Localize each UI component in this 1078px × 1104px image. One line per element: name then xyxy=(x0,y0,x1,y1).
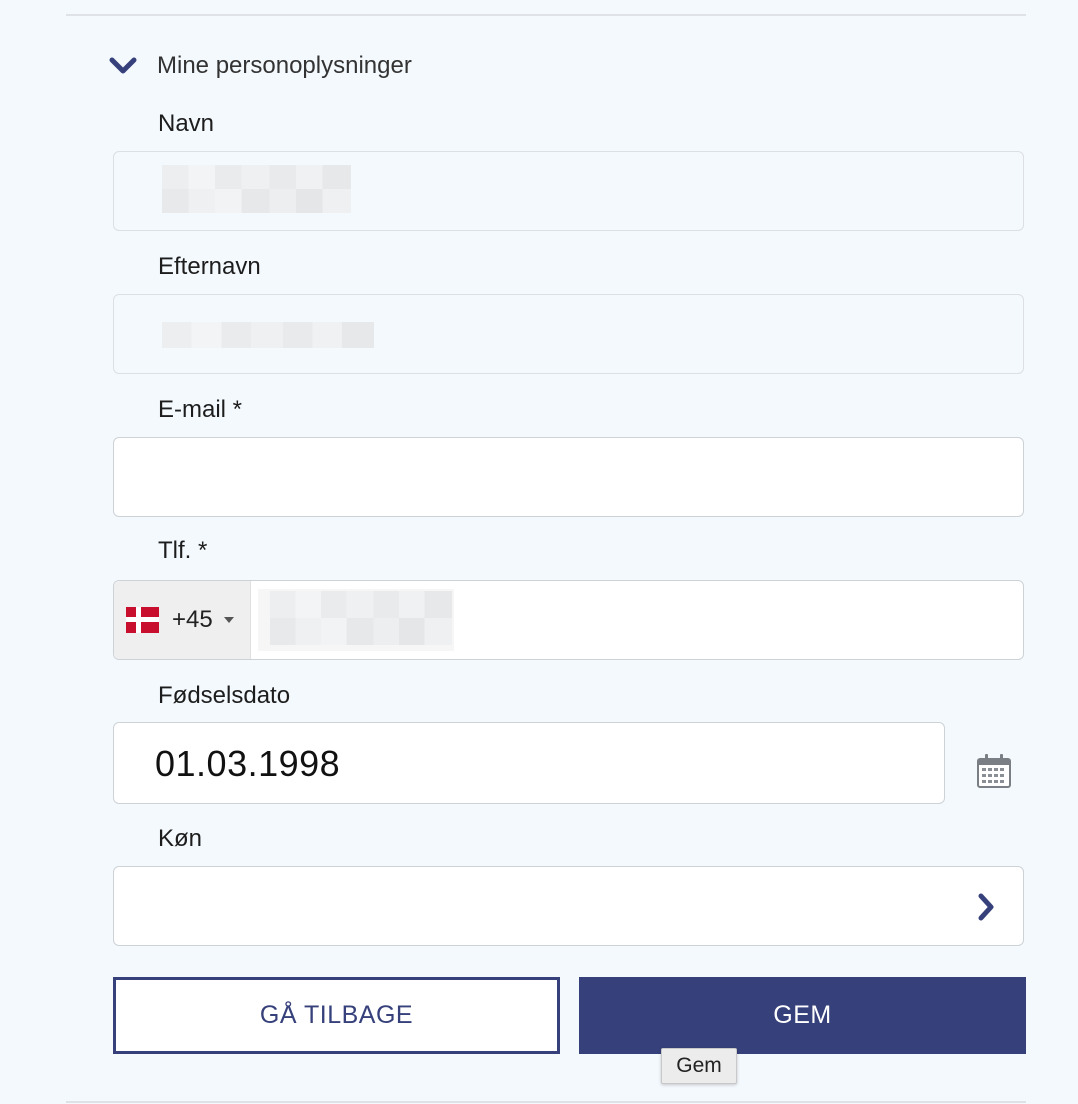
phone-redacted-value xyxy=(270,591,452,645)
gender-label: Køn xyxy=(158,825,203,852)
birthdate-field[interactable]: 01.03.1998 xyxy=(113,722,945,804)
top-divider xyxy=(66,14,1026,16)
save-tooltip: Gem xyxy=(661,1048,737,1084)
denmark-flag-icon xyxy=(126,607,159,633)
email-label: E-mail * xyxy=(158,396,243,423)
save-button[interactable]: GEM xyxy=(579,977,1026,1054)
calendar-icon[interactable] xyxy=(975,753,1013,789)
first-name-redacted-value xyxy=(162,165,351,213)
back-button[interactable]: GÅ TILBAGE xyxy=(113,977,560,1054)
chevron-right-icon xyxy=(975,893,997,921)
birthdate-label: Fødselsdato xyxy=(158,682,291,709)
email-field[interactable] xyxy=(113,437,1024,517)
birthdate-value: 01.03.1998 xyxy=(155,743,341,784)
section-title: Mine personoplysninger xyxy=(157,52,412,79)
country-code-select[interactable]: +45 xyxy=(114,581,251,659)
dial-code: +45 xyxy=(172,606,213,633)
bottom-divider xyxy=(66,1101,1026,1103)
last-name-label: Efternavn xyxy=(158,253,261,280)
last-name-field[interactable] xyxy=(113,294,1024,374)
gender-select[interactable] xyxy=(113,866,1024,946)
chevron-down-icon xyxy=(108,54,138,78)
first-name-field[interactable] xyxy=(113,151,1024,231)
first-name-label: Navn xyxy=(158,110,215,137)
phone-label: Tlf. * xyxy=(158,537,208,564)
caret-down-icon xyxy=(223,617,234,623)
section-toggle-personal-info[interactable]: Mine personoplysninger xyxy=(108,46,412,86)
phone-field[interactable]: +45 xyxy=(113,580,1024,660)
profile-form-page: Mine personoplysninger Navn Efternavn E-… xyxy=(0,0,1078,1104)
phone-redacted-area xyxy=(258,589,454,651)
last-name-redacted-value xyxy=(162,322,374,348)
